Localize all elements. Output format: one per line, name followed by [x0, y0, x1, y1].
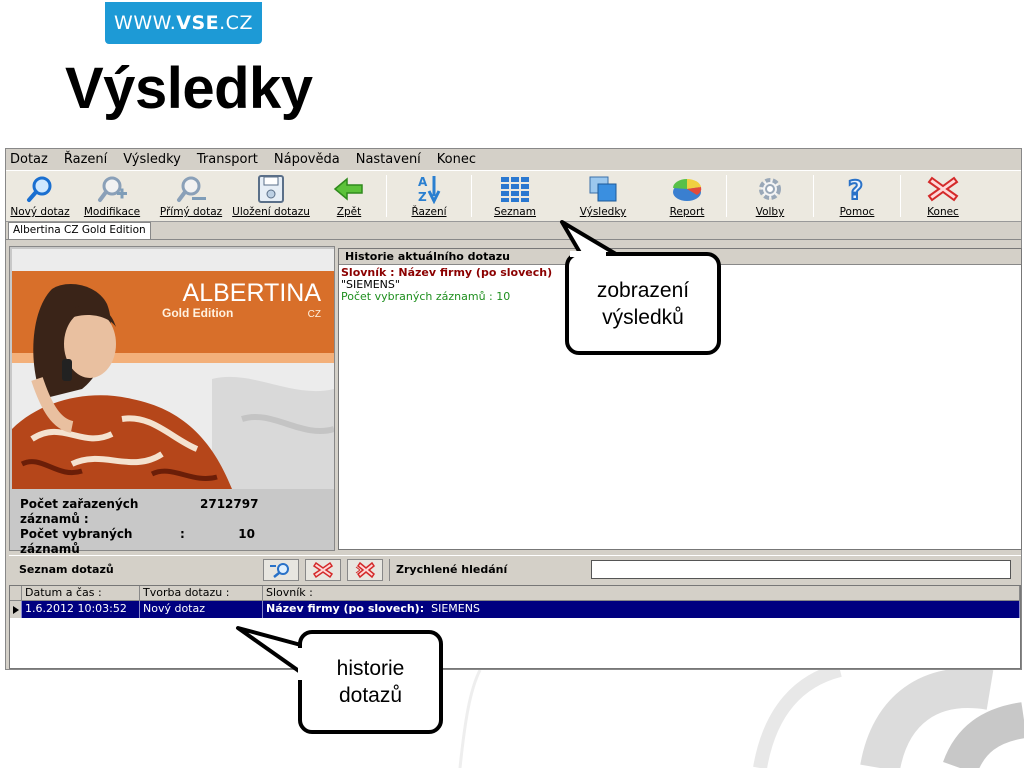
new-query-button[interactable]: Nový dotaz — [8, 171, 72, 221]
row-dictionary: Název firmy (po slovech): SIEMENS — [263, 601, 1020, 618]
delete-query-button[interactable] — [305, 558, 341, 581]
pie-report-icon — [673, 178, 702, 201]
exit-label: Konec — [927, 206, 959, 218]
query-list-header: Seznam dotazů Zrychlené hledání — [9, 555, 1021, 583]
modify-button[interactable]: Modifikace — [72, 171, 152, 221]
direct-query-button[interactable]: Přímý dotaz — [152, 171, 230, 221]
tab-strip: Albertina CZ Gold Edition — [6, 222, 1021, 240]
selected-records-value: 10 — [238, 527, 255, 541]
column-dictionary[interactable]: Slovník : — [263, 586, 1020, 600]
results-callout-tail-mask — [570, 251, 606, 257]
list-button[interactable]: Seznam — [472, 171, 558, 221]
banner-edition: Gold Edition — [162, 306, 233, 320]
magnifier-line-icon — [177, 176, 206, 202]
close-double-x-icon — [355, 561, 376, 578]
magnifier-icon — [27, 176, 52, 202]
menu-napoveda[interactable]: Nápověda — [274, 152, 340, 167]
banner-brand: ALBERTINA — [183, 279, 322, 307]
exit-button[interactable]: Konec — [901, 171, 985, 221]
row-dictionary-name: Název firmy (po slovech): — [266, 602, 425, 615]
new-query-label: Nový dotaz — [10, 206, 70, 218]
menu-bar: Dotaz Řazení Výsledky Transport Nápověda… — [6, 149, 1021, 170]
run-query-button[interactable] — [263, 558, 299, 581]
close-x-icon — [312, 561, 334, 578]
menu-razeni[interactable]: Řazení — [64, 152, 107, 167]
sort-az-icon: AZ — [418, 175, 441, 204]
menu-transport[interactable]: Transport — [197, 152, 258, 167]
magnifier-plus-icon — [98, 176, 127, 202]
delete-all-queries-button[interactable] — [347, 558, 383, 581]
report-button[interactable]: Report — [648, 171, 726, 221]
history-callout-line2: dotazů — [338, 684, 403, 707]
column-datetime[interactable]: Datum a čas : — [22, 586, 140, 600]
direct-query-label: Přímý dotaz — [159, 206, 223, 218]
menu-dotaz[interactable]: Dotaz — [10, 152, 48, 167]
help-label: Pomoc — [839, 206, 875, 218]
query-list-title: Seznam dotazů — [19, 563, 114, 576]
gear-icon — [759, 178, 781, 200]
row-pointer-icon — [10, 601, 22, 618]
grid-list-icon — [501, 177, 529, 202]
results-callout-line2: výsledků — [602, 305, 684, 329]
record-counts: Počet zařazených záznamů : 2712797 Počet … — [20, 497, 259, 557]
toolbar: Nový dotaz Modifikace Přímý dotaz Uložen… — [6, 170, 1021, 222]
back-button[interactable]: Zpět — [312, 171, 386, 221]
row-creation: Nový dotaz — [140, 601, 263, 618]
magnifier-arrow-icon — [270, 562, 289, 578]
history-callout-line1: historie — [336, 657, 405, 680]
menu-vysledky[interactable]: Výsledky — [123, 152, 181, 167]
albertina-window: Dotaz Řazení Výsledky Transport Nápověda… — [5, 148, 1022, 670]
menu-nastaveni[interactable]: Nastavení — [356, 152, 421, 167]
banner-illustration: ALBERTINA Gold Edition CZ — [12, 249, 334, 489]
www-vse-badge: WWW. VSE .CZ — [105, 2, 262, 44]
close-x-icon — [927, 176, 959, 202]
query-list-grid: Datum a čas : Tvorba dotazu : Slovník : … — [9, 585, 1021, 669]
column-creation[interactable]: Tvorba dotazu : — [140, 586, 263, 600]
results-button[interactable]: Výsledky — [558, 171, 648, 221]
history-callout: historie dotazů — [298, 630, 443, 734]
sort-label: Řazení — [411, 206, 447, 218]
badge-suffix: .CZ — [219, 12, 253, 34]
report-label: Report — [669, 206, 705, 218]
menu-konec[interactable]: Konec — [437, 152, 476, 167]
albertina-banner: ALBERTINA Gold Edition CZ — [12, 249, 334, 489]
options-button[interactable]: Volby — [727, 171, 813, 221]
floppy-disk-icon — [258, 175, 284, 203]
svg-text:?: ? — [848, 176, 863, 204]
grid-header: Datum a čas : Tvorba dotazu : Slovník : — [10, 586, 1020, 601]
options-label: Volby — [755, 206, 785, 218]
quick-search-label: Zrychlené hledání — [389, 558, 507, 581]
list-label: Seznam — [494, 206, 536, 218]
back-label: Zpět — [336, 206, 362, 218]
sorted-records-value: 2712797 — [200, 497, 259, 511]
history-callout-tail-mask — [298, 648, 304, 680]
save-query-label: Uložení dotazu — [232, 206, 310, 218]
tab-albertina-gold[interactable]: Albertina CZ Gold Edition — [8, 222, 151, 239]
table-row[interactable]: 1.6.2012 10:03:52 Nový dotaz Název firmy… — [10, 601, 1020, 618]
selected-records-label: Počet vybraných záznamů — [20, 527, 133, 556]
svg-text:Z: Z — [418, 190, 427, 204]
results-callout-line1: zobrazení — [596, 278, 690, 302]
save-query-button[interactable]: Uložení dotazu — [230, 171, 312, 221]
banner-country: CZ — [308, 309, 321, 320]
left-info-panel: ALBERTINA Gold Edition CZ Počet zařazený… — [9, 246, 335, 556]
back-arrow-icon — [333, 177, 363, 201]
row-datetime: 1.6.2012 10:03:52 — [22, 601, 140, 618]
selected-records-colon: : — [180, 527, 185, 541]
help-button[interactable]: ? Pomoc — [814, 171, 900, 221]
badge-bold: VSE — [176, 12, 220, 34]
row-dictionary-value: SIEMENS — [431, 602, 480, 615]
grid-indicator-header — [10, 586, 22, 600]
svg-text:A: A — [418, 175, 428, 189]
quick-search-input[interactable] — [591, 560, 1012, 579]
help-icon: ? — [847, 175, 864, 204]
sorted-records-label: Počet zařazených záznamů : — [20, 497, 139, 526]
slide-title: Výsledky — [65, 56, 313, 121]
modify-label: Modifikace — [83, 206, 141, 218]
badge-prefix: WWW. — [114, 12, 177, 34]
sort-button[interactable]: AZ Řazení — [387, 171, 471, 221]
results-windows-icon — [589, 176, 617, 202]
